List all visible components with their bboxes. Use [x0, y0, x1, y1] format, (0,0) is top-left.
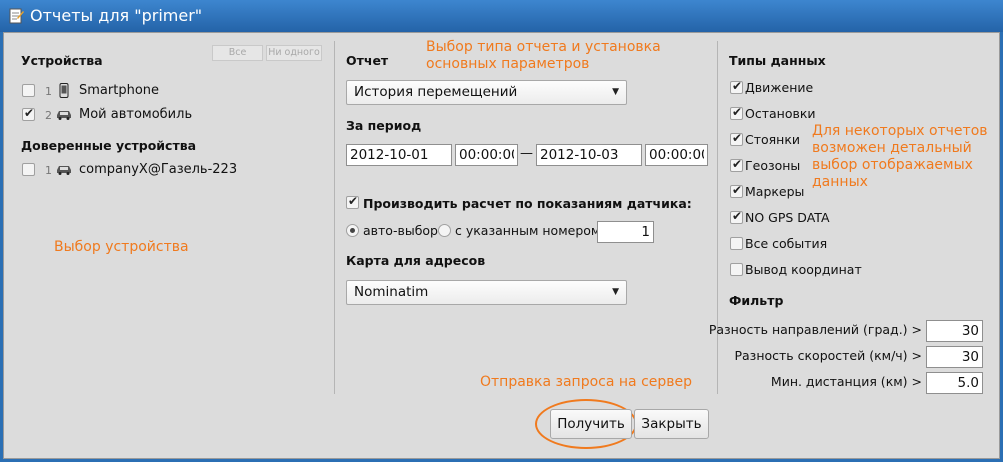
reports-dialog: Устройства Все Ни одного 1 Smartphone 2 … [3, 32, 1000, 459]
data-type-checkbox[interactable] [730, 79, 743, 94]
map-value: Nominatim [354, 284, 429, 300]
data-type-checkbox[interactable] [730, 183, 743, 198]
filter-distance-label: Мин. дистанция (км) > [770, 374, 922, 389]
annotation-data-types-3: выбор отображаемых [812, 157, 973, 173]
data-type-checkbox[interactable] [730, 131, 743, 146]
get-report-button[interactable]: Получить [550, 409, 632, 439]
car-icon [56, 164, 72, 175]
trusted-device-checkbox[interactable] [22, 163, 35, 176]
data-type-label: Маркеры [745, 184, 805, 199]
annotation-send-request: Отправка запроса на сервер [480, 374, 693, 390]
date-from-input[interactable] [346, 144, 452, 166]
column-divider [334, 41, 335, 394]
annotation-report-type-2: основных параметров [426, 56, 590, 72]
device-index: 1 [45, 85, 52, 98]
annotation-data-types-2: возможен детальный [812, 140, 972, 156]
period-label: За период [346, 118, 422, 133]
number-label: с указанным номером [455, 223, 601, 238]
data-type-checkbox[interactable] [730, 263, 743, 276]
sensor-number-input[interactable] [597, 221, 654, 243]
data-type-checkbox[interactable] [730, 105, 743, 120]
select-all-button[interactable]: Все [212, 45, 263, 61]
filter-speed-input[interactable] [926, 346, 983, 368]
window-title: Отчеты для "primer" [30, 6, 203, 25]
data-type-checkbox[interactable] [730, 209, 743, 224]
report-type-value: История перемещений [354, 84, 518, 100]
data-type-label: Стоянки [745, 132, 801, 147]
filter-distance-input[interactable] [926, 372, 983, 394]
period-dash: — [520, 146, 533, 161]
close-button[interactable]: Закрыть [634, 409, 709, 439]
report-header: Отчет [346, 53, 389, 68]
sensor-checkbox[interactable] [346, 194, 359, 209]
data-types-header: Типы данных [729, 53, 826, 68]
annotation-data-types-1: Для некоторых отчетов [812, 123, 988, 139]
device-name: Мой автомобиль [79, 107, 193, 122]
date-to-input[interactable] [536, 144, 642, 166]
data-type-label: Геозоны [745, 158, 801, 173]
car-icon [56, 109, 72, 120]
data-type-label: Движение [745, 80, 814, 95]
data-type-checkbox[interactable] [730, 237, 743, 250]
data-type-label: Все события [745, 236, 828, 251]
devices-header: Устройства [21, 53, 103, 68]
window-titlebar[interactable]: Отчеты для "primer" [0, 0, 1003, 32]
device-name: companyX@Газель-223 [79, 162, 238, 177]
trusted-devices-header: Доверенные устройства [21, 138, 197, 153]
dropdown-arrow-icon: ▼ [612, 87, 619, 97]
auto-select-label: авто-выбор [363, 223, 438, 238]
filter-header: Фильтр [729, 293, 784, 308]
map-label: Карта для адресов [346, 253, 486, 268]
time-from-input[interactable] [455, 144, 518, 166]
data-type-checkbox[interactable] [730, 157, 743, 172]
time-to-input[interactable] [645, 144, 708, 166]
dropdown-arrow-icon: ▼ [612, 287, 619, 297]
filter-direction-input[interactable] [926, 320, 983, 342]
device-name: Smartphone [79, 83, 160, 98]
map-select[interactable]: Nominatim ▼ [346, 280, 627, 305]
data-type-label: Вывод координат [745, 262, 862, 277]
filter-direction-label: Разность направлений (град.) > [708, 322, 922, 337]
report-icon [8, 8, 24, 24]
filter-speed-label: Разность скоростей (км/ч) > [734, 348, 922, 363]
device-index: 1 [45, 164, 52, 177]
device-checkbox-smartphone[interactable] [22, 84, 35, 97]
smartphone-icon [59, 83, 69, 98]
annotation-data-types-4: данных [812, 174, 868, 190]
annotation-device-select: Выбор устройства [54, 239, 189, 255]
data-type-label: NO GPS DATA [745, 210, 830, 225]
annotation-report-type-1: Выбор типа отчета и установка [426, 39, 661, 55]
auto-select-radio[interactable] [346, 224, 359, 237]
device-checkbox-car[interactable] [22, 106, 35, 121]
data-type-label: Остановки [745, 106, 816, 121]
column-divider [717, 41, 718, 394]
report-type-select[interactable]: История перемещений ▼ [346, 80, 627, 105]
sensor-label: Производить расчет по показаниям датчика… [363, 196, 692, 211]
device-index: 2 [45, 109, 52, 122]
select-none-button[interactable]: Ни одного [266, 45, 322, 61]
number-radio[interactable] [438, 224, 451, 237]
